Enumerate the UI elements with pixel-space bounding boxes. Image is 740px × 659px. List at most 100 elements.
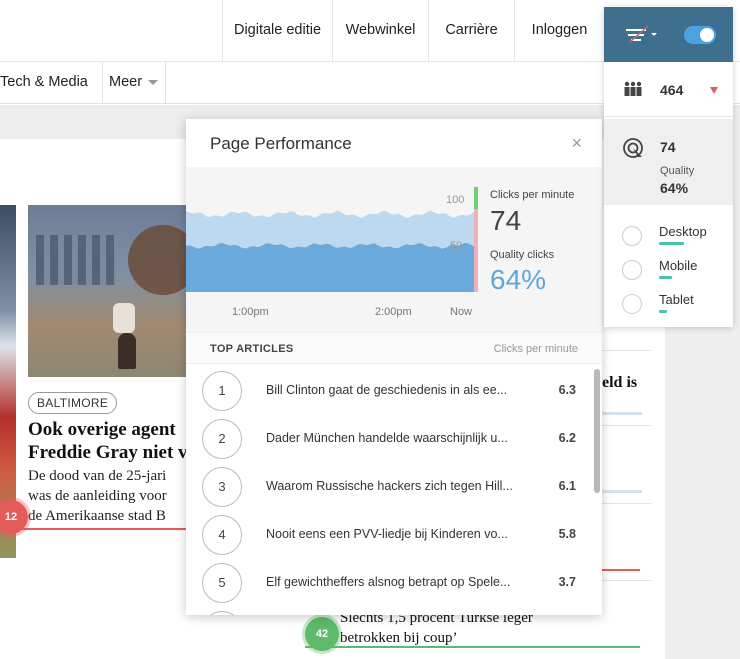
mural-face (128, 225, 188, 295)
article-headline[interactable]: Ook overige agent Freddie Gray niet v (28, 418, 208, 464)
rank-badge: 4 (202, 515, 242, 555)
radio-button[interactable] (622, 294, 642, 314)
rank-badge: 3 (202, 467, 242, 507)
visitors-row: 464 (604, 65, 733, 117)
article-title: Nooit eens een PVV-liedje bij Kinderen v… (266, 527, 508, 541)
device-option-desktop[interactable]: Desktop (604, 217, 733, 251)
person-figure (113, 303, 135, 333)
bottom-article-score-badge[interactable]: 42 (305, 617, 339, 651)
top-articles-header: TOP ARTICLES Clicks per minute (186, 332, 602, 364)
article-cpm: 6.2 (558, 431, 576, 445)
trend-down-icon (710, 87, 718, 94)
side-divider (602, 350, 652, 351)
chart-time-label-3: Now (450, 306, 472, 318)
list-item[interactable]: 1 Bill Clinton gaat de geschiedenis in a… (186, 367, 586, 415)
article-image[interactable] (28, 205, 188, 377)
device-option-tablet[interactable]: Tablet (604, 285, 733, 319)
radio-button[interactable] (622, 260, 642, 280)
performance-underline-green (305, 646, 640, 648)
nav-link-webwinkel[interactable]: Webwinkel (332, 0, 428, 62)
performance-underline-red (16, 528, 190, 530)
article-lede-line-2: was de aanleiding voor (28, 488, 167, 504)
side-bar-hint (602, 490, 642, 493)
quality-percentage: 64% (660, 180, 689, 196)
visitors-count: 464 (660, 82, 684, 98)
live-toggle[interactable] (684, 26, 716, 44)
article-tag[interactable]: BALTIMORE (28, 392, 118, 414)
quality-count: 74 (660, 139, 676, 155)
device-share-bar (659, 310, 667, 313)
rank-badge (202, 611, 242, 615)
quality-label: Quality (660, 165, 695, 177)
article-headline-line-2: Freddie Gray niet v (28, 442, 188, 463)
nav-link-carriere[interactable]: Carrière (428, 0, 514, 62)
side-divider (602, 580, 652, 581)
nav-link-digitale-editie[interactable]: Digitale editie (222, 0, 332, 62)
rank-badge: 2 (202, 419, 242, 459)
article-title: Bill Clinton gaat de geschiedenis in als… (266, 383, 508, 397)
article-lede-line-3: de Amerikaanse stad B (28, 508, 166, 524)
list-scrollbar[interactable] (594, 369, 600, 493)
chevron-down-icon (148, 79, 159, 85)
article-title: Elf gewichtheffers alsnog betrapt op Spe… (266, 575, 511, 589)
list-item[interactable]: 2 Dader München handelde waarschijnlijk … (186, 415, 586, 463)
chart-marker-pink (474, 209, 478, 292)
cpm-label: Clicks per minute (490, 189, 575, 201)
side-divider (602, 425, 652, 426)
list-item[interactable] (186, 607, 586, 615)
radio-button[interactable] (622, 226, 642, 246)
top-articles-metric: Clicks per minute (493, 343, 578, 355)
article-cpm: 6.3 (558, 383, 576, 397)
device-option-mobile[interactable]: Mobile (604, 251, 733, 285)
chart-tick-50: 50 (450, 240, 462, 252)
performance-chart: 100 50 1:00pm 2:00pm Now Clicks per minu… (186, 167, 602, 332)
mural-figures (36, 235, 116, 285)
side-underline-red (602, 569, 640, 571)
article-cpm: 3.7 (558, 575, 576, 589)
side-headline-fragment[interactable]: eld is (602, 374, 637, 392)
settings-panel: 464 74 Quality 64% Desktop Mobile Tablet (604, 7, 733, 327)
article-lede: De dood van de 25-jari was de aanleiding… (28, 466, 208, 526)
bottom-article-line-2: betrokken bij coup’ (340, 630, 458, 646)
article-lede-line-1: De dood van de 25-jari (28, 468, 167, 484)
chart-time-label-2: 2:00pm (375, 306, 412, 318)
article-title: Dader München handelde waarschijnlijk u.… (266, 431, 508, 445)
article-headline-line-1: Ook overige agent (28, 419, 176, 440)
top-articles-label: TOP ARTICLES (210, 343, 294, 355)
section-nav-item-tech-media[interactable]: Tech & Media (0, 62, 103, 104)
filter-icon[interactable] (624, 24, 658, 44)
rank-badge: 5 (202, 563, 242, 603)
person-legs (118, 333, 136, 369)
side-divider (602, 503, 652, 504)
popup-title: Page Performance (210, 134, 352, 153)
list-item[interactable]: 3 Waarom Russische hackers zich tegen Hi… (186, 463, 586, 511)
chart-series-quality (186, 242, 474, 292)
section-nav-item-meer-label: Meer (109, 74, 143, 90)
quality-row: 74 Quality 64% (604, 119, 733, 205)
toggle-knob (700, 28, 714, 42)
rank-badge: 1 (202, 371, 242, 411)
device-label: Tablet (659, 292, 694, 307)
page-performance-popup: Page Performance × 100 50 1:00pm 2:00pm … (186, 119, 602, 615)
nav-link-inloggen[interactable]: Inloggen (514, 0, 604, 62)
quality-clicks-label: Quality clicks (490, 249, 555, 261)
article-cpm: 5.8 (558, 527, 576, 541)
list-item[interactable]: 5 Elf gewichtheffers alsnog betrapt op S… (186, 559, 586, 607)
device-label: Desktop (659, 224, 707, 239)
device-share-bar (659, 276, 672, 279)
article-title: Waarom Russische hackers zich tegen Hill… (266, 479, 513, 493)
chart-tick-100: 100 (446, 194, 464, 206)
quality-clicks-value: 64% (490, 264, 547, 295)
chart-time-label-1: 1:00pm (232, 306, 269, 318)
side-bar-hint (602, 412, 642, 415)
panel-header (604, 7, 733, 62)
cpm-value: 74 (490, 205, 522, 236)
people-icon (624, 81, 642, 96)
chart-marker-green (474, 187, 478, 209)
list-item[interactable]: 4 Nooit eens een PVV-liedje bij Kinderen… (186, 511, 586, 559)
device-label: Mobile (659, 258, 698, 273)
close-icon[interactable]: × (571, 133, 582, 154)
article-cpm: 6.1 (558, 479, 576, 493)
engagement-icon (623, 138, 643, 158)
section-nav-item-meer[interactable]: Meer (97, 62, 166, 104)
